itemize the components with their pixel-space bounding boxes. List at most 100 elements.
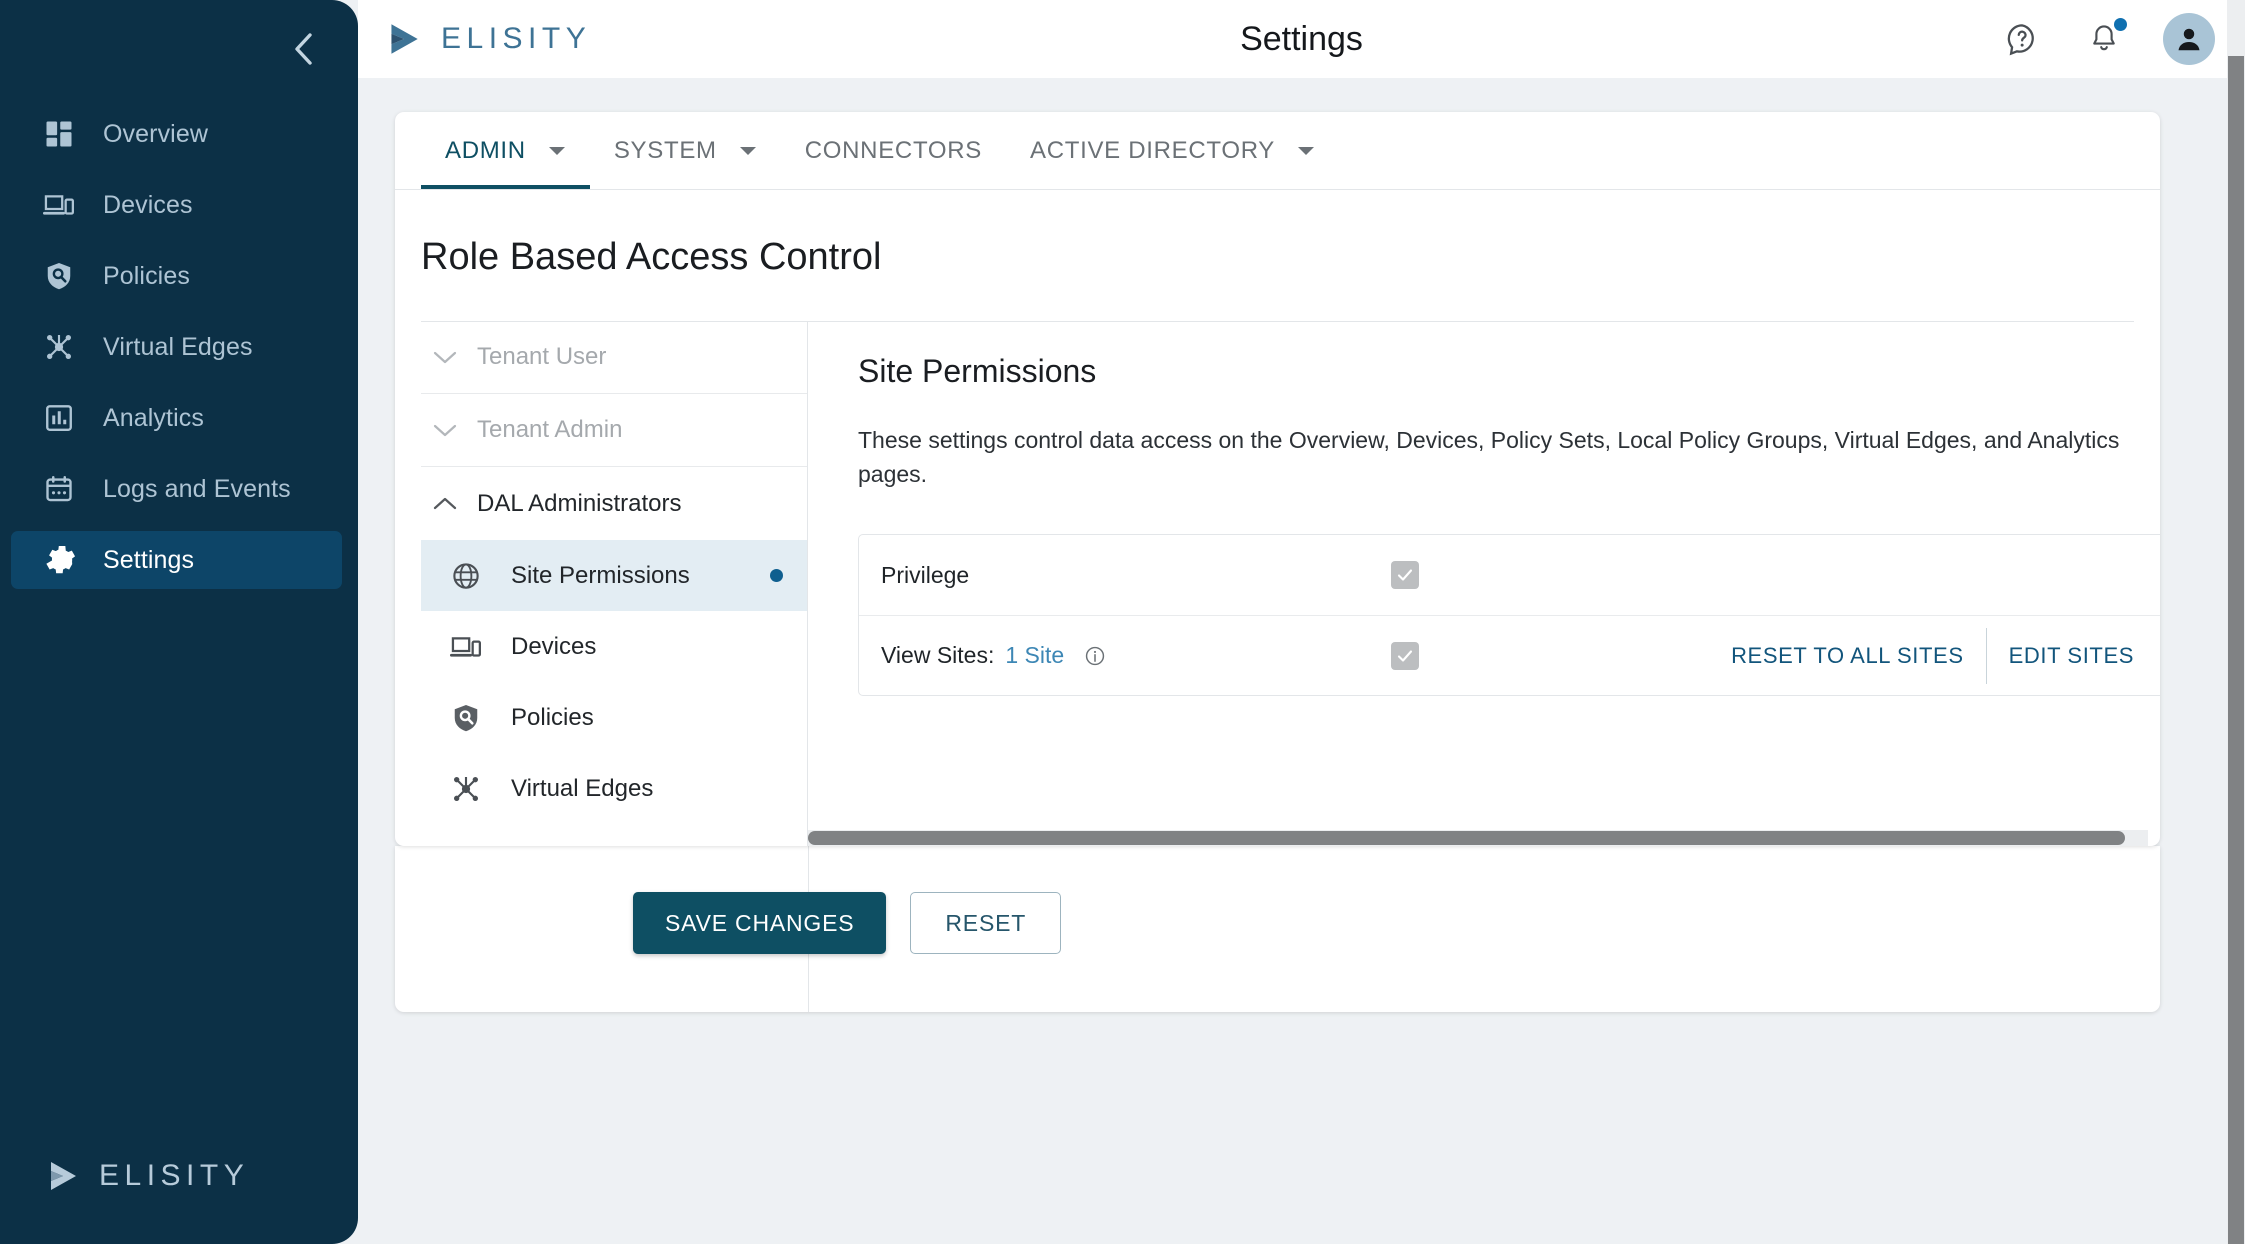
devices-icon	[449, 630, 483, 664]
sidebar-nav-list: Overview Devices Policies Virtual Edges …	[0, 105, 358, 602]
role-row-tenant-admin[interactable]: Tenant Admin	[421, 394, 807, 467]
view-sites-actions: RESET TO ALL SITES EDIT SITES	[1709, 627, 2156, 684]
top-header: ELISITY Settings	[358, 0, 2245, 78]
privilege-label: Privilege	[881, 561, 970, 588]
page-title: Settings	[1240, 19, 1363, 58]
tab-label: SYSTEM	[613, 136, 717, 164]
perm-label: Analytics / Events	[511, 846, 700, 847]
rbac-split-panel: Tenant User Tenant Admin DAL Administrat…	[395, 321, 2160, 846]
role-label: DAL Administrators	[477, 489, 682, 517]
role-label: Tenant User	[477, 343, 607, 370]
chevron-down-icon	[739, 145, 757, 157]
detail-title: Site Permissions	[858, 353, 1097, 389]
sidebar-item-label: Virtual Edges	[103, 332, 253, 361]
save-changes-button[interactable]: SAVE CHANGES	[633, 892, 887, 954]
chevron-down-icon	[548, 145, 566, 157]
sidebar-item-policies[interactable]: Policies	[11, 247, 342, 305]
network-nodes-icon	[449, 772, 483, 806]
reset-button[interactable]: RESET	[910, 892, 1062, 954]
sidebar-item-settings[interactable]: Settings	[11, 531, 342, 589]
sidebar-item-label: Settings	[103, 545, 195, 574]
settings-tabs: ADMIN SYSTEM CONNECTORS ACTIVE DIRECTORY	[395, 112, 2160, 190]
calendar-icon	[41, 471, 77, 507]
devices-icon	[41, 187, 77, 223]
perm-label: Virtual Edges	[511, 774, 654, 802]
perm-item-site-permissions[interactable]: Site Permissions	[421, 540, 807, 611]
perm-item-devices[interactable]: Devices	[421, 611, 807, 682]
perm-label: Devices	[511, 632, 597, 660]
chevron-left-icon	[295, 33, 312, 65]
vertical-scrollbar-thumb[interactable]	[2228, 56, 2244, 1244]
vertical-scrollbar[interactable]	[2227, 0, 2245, 1244]
sidebar-logo: ELISITY	[42, 1156, 249, 1196]
role-row-dal-administrators[interactable]: DAL Administrators	[421, 467, 807, 540]
role-tree: Tenant User Tenant Admin DAL Administrat…	[395, 321, 808, 846]
sidebar-item-label: Policies	[103, 261, 190, 290]
chevron-up-icon	[425, 496, 465, 512]
role-row-tenant-user[interactable]: Tenant User	[421, 321, 807, 394]
notifications-button[interactable]	[2081, 16, 2127, 62]
sidebar-item-logs-and-events[interactable]: Logs and Events	[11, 460, 342, 518]
permissions-table: Privilege View Sites: 1 Site RESET TO AL…	[858, 534, 2160, 697]
privilege-checkbox[interactable]	[1391, 561, 1419, 590]
help-question-icon	[2007, 24, 2034, 56]
gear-icon	[41, 542, 77, 578]
dashboard-icon	[41, 116, 77, 152]
chevron-down-icon	[425, 422, 465, 438]
shield-search-icon	[41, 258, 77, 294]
bar-chart-icon	[41, 400, 77, 436]
bar-chart-icon	[449, 843, 483, 847]
sidebar-item-overview[interactable]: Overview	[11, 105, 342, 163]
tab-system[interactable]: SYSTEM	[590, 112, 781, 189]
role-label: Tenant Admin	[477, 416, 623, 443]
sidebar-item-label: Logs and Events	[103, 474, 291, 503]
view-sites-count-link[interactable]: 1 Site	[1005, 642, 1064, 669]
detail-pane: Site Permissions These settings control …	[808, 321, 2160, 846]
sidebar-item-analytics[interactable]: Analytics	[11, 389, 342, 447]
sidebar-collapse-button[interactable]	[280, 26, 326, 72]
tab-admin[interactable]: ADMIN	[421, 112, 590, 189]
header-actions	[1999, 13, 2215, 65]
footer-actions: SAVE CHANGES RESET	[395, 883, 2160, 963]
tab-connectors[interactable]: CONNECTORS	[781, 112, 1006, 189]
unsaved-changes-dot	[770, 569, 783, 582]
sidebar-item-label: Overview	[103, 119, 208, 148]
rbac-heading: Role Based Access Control	[421, 236, 882, 278]
sidebar-item-virtual-edges[interactable]: Virtual Edges	[11, 318, 342, 376]
chevron-down-icon	[1297, 145, 1315, 157]
detail-description: These settings control data access on th…	[858, 427, 2120, 488]
view-sites-text: View Sites:	[881, 642, 995, 669]
tab-label: ADMIN	[445, 136, 526, 164]
perm-item-analytics-events[interactable]: Analytics / Events	[421, 824, 807, 847]
tab-active-directory[interactable]: ACTIVE DIRECTORY	[1006, 112, 1339, 189]
network-nodes-icon	[41, 329, 77, 365]
reset-to-all-sites-button[interactable]: RESET TO ALL SITES	[1709, 643, 1986, 669]
table-row-privilege: Privilege	[859, 535, 2160, 615]
edit-sites-button[interactable]: EDIT SITES	[1987, 643, 2156, 669]
perm-item-virtual-edges[interactable]: Virtual Edges	[421, 753, 807, 824]
perm-label: Policies	[511, 703, 594, 731]
checkmark-icon	[1397, 569, 1413, 581]
app-root: Overview Devices Policies Virtual Edges …	[0, 0, 2245, 1244]
elisity-mark-icon	[51, 1162, 76, 1190]
perm-label: Site Permissions	[511, 561, 690, 589]
settings-card: ADMIN SYSTEM CONNECTORS ACTIVE DIRECTORY	[395, 112, 2160, 846]
sidebar-item-devices[interactable]: Devices	[11, 176, 342, 234]
main-sidebar: Overview Devices Policies Virtual Edges …	[0, 0, 358, 1244]
view-sites-checkbox[interactable]	[1391, 641, 1419, 670]
perm-item-policies[interactable]: Policies	[421, 682, 807, 753]
tab-label: ACTIVE DIRECTORY	[1029, 136, 1276, 164]
table-row-view-sites: View Sites: 1 Site RESET TO ALL SITES ED…	[859, 615, 2160, 695]
sidebar-item-label: Analytics	[103, 403, 204, 432]
view-sites-label: View Sites: 1 Site	[881, 642, 1106, 669]
horizontal-scrollbar[interactable]	[808, 830, 2148, 846]
checkmark-icon	[1397, 650, 1413, 662]
info-circle-icon[interactable]	[1084, 645, 1106, 667]
user-avatar-button[interactable]	[2163, 13, 2215, 65]
sidebar-item-label: Devices	[103, 190, 193, 219]
chevron-down-icon	[425, 349, 465, 365]
shield-search-icon	[449, 701, 483, 735]
user-avatar-icon	[2178, 28, 2200, 51]
help-button[interactable]	[1999, 16, 2045, 62]
horizontal-scrollbar-thumb[interactable]	[808, 831, 2126, 845]
